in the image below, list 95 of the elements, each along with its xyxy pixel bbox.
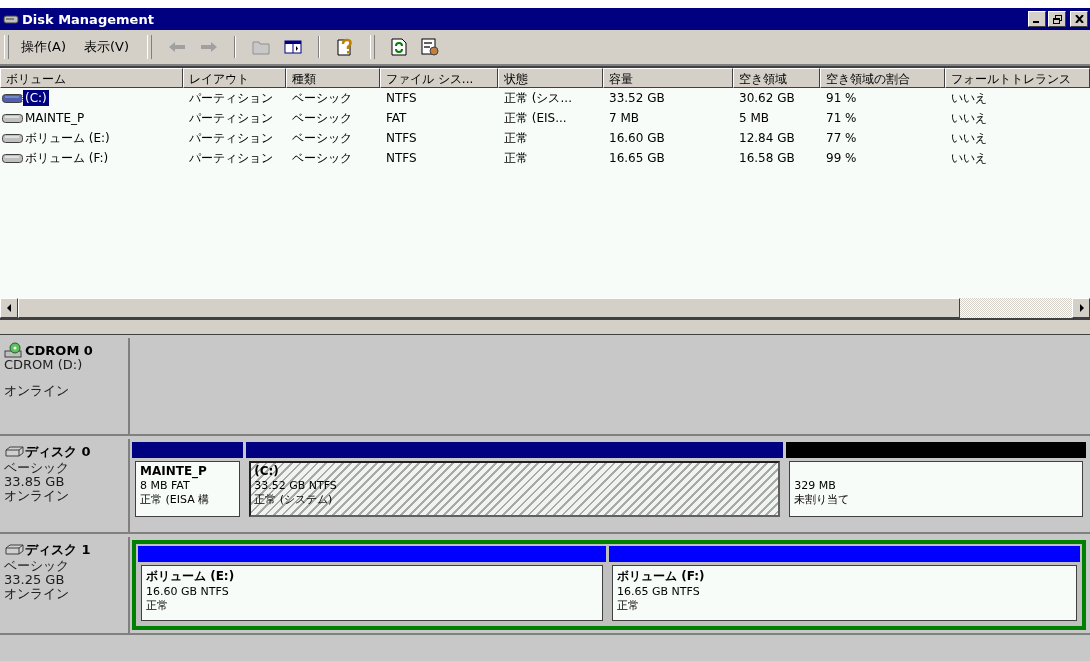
table-cell-text: ベーシック — [291, 149, 353, 167]
minimize-button[interactable] — [1028, 11, 1046, 27]
volume-name[interactable]: ボリューム (F:) — [23, 148, 111, 168]
partition-info: 未割り当て — [794, 493, 851, 507]
splitter-bar[interactable] — [0, 320, 1090, 335]
table-cell-text: FAT — [385, 111, 408, 125]
disk-info: オンライン — [4, 384, 70, 398]
table-cell-text: いいえ — [950, 109, 988, 127]
scroll-right-button[interactable] — [1072, 298, 1090, 318]
disk-info: CDROM (D:) — [4, 358, 84, 372]
partition-info: 33.52 GB NTFS — [254, 479, 338, 493]
close-button[interactable] — [1070, 11, 1088, 27]
menu-item[interactable]: 操作(A) — [15, 36, 73, 58]
table-cell-text: 30.62 GB — [738, 91, 796, 105]
partition-info: 16.65 GB NTFS — [617, 585, 701, 599]
partition-info: 正常 — [617, 599, 640, 613]
table-cell-text: NTFS — [385, 91, 418, 105]
table-cell-text: いいえ — [950, 89, 988, 107]
horizontal-scrollbar[interactable] — [0, 298, 1090, 320]
table-cell-text: 正常 — [503, 149, 529, 167]
restore-button[interactable] — [1048, 11, 1066, 27]
close-icon — [1074, 15, 1084, 23]
partition-name: ボリューム (E:) — [146, 568, 236, 585]
window-title: Disk Management — [22, 11, 154, 27]
table-cell-text: 99 % — [825, 151, 858, 165]
table-cell-text: いいえ — [950, 149, 988, 167]
volume-name[interactable]: ボリューム (E:) — [23, 128, 112, 148]
table-cell-text: 正常 — [503, 129, 529, 147]
cd-drive-icon — [4, 342, 24, 358]
table-cell-text: 16.65 GB — [608, 151, 666, 165]
scroll-left-button[interactable] — [0, 298, 18, 318]
table-cell-text: 33.52 GB — [608, 91, 666, 105]
disk-name[interactable]: ディスク 1 — [25, 541, 91, 559]
left-triangle-icon — [6, 304, 12, 312]
table-cell-text: 7 MB — [608, 111, 641, 125]
column-header[interactable]: 空き領域の割合 — [820, 68, 945, 88]
column-header[interactable]: 状態 — [498, 68, 603, 88]
table-cell-text: ベーシック — [291, 89, 353, 107]
column-header[interactable]: ファイル シス... — [380, 68, 498, 88]
help-icon[interactable] — [336, 38, 355, 56]
table-cell-text: パーティション — [188, 129, 274, 147]
right-triangle-icon — [1078, 304, 1084, 312]
volume-name[interactable]: MAINTE_P — [23, 110, 87, 126]
column-header[interactable]: 空き領域 — [733, 68, 820, 88]
table-cell-text: 77 % — [825, 131, 858, 145]
column-header[interactable]: レイアウト — [183, 68, 286, 88]
partition-block[interactable]: 329 MB 未割り当て — [789, 461, 1083, 517]
partition-block[interactable]: ボリューム (E:) 16.60 GB NTFS 正常 — [141, 565, 603, 621]
menu-item[interactable]: 表示(V) — [78, 36, 136, 58]
table-cell-text: パーティション — [188, 149, 274, 167]
partition-name: MAINTE_P — [140, 464, 208, 479]
table-cell-text: 16.58 GB — [738, 151, 796, 165]
partition-name: ボリューム (F:) — [617, 568, 706, 585]
table-cell-text: 5 MB — [738, 111, 771, 125]
scroll-thumb[interactable] — [18, 298, 960, 318]
table-cell-text: ベーシック — [291, 129, 353, 147]
partition-name: (C:) — [254, 464, 280, 479]
table-cell-text: いいえ — [950, 129, 988, 147]
table-cell-text: 16.60 GB — [608, 131, 666, 145]
table-cell-text: ベーシック — [291, 109, 353, 127]
disk-info: オンライン — [4, 489, 70, 503]
table-cell-text: パーティション — [188, 109, 274, 127]
partition-info: 正常 (システム) — [254, 493, 334, 507]
volume-name[interactable]: (C:) — [23, 90, 49, 106]
column-header[interactable]: ボリューム — [0, 68, 183, 88]
disk-info: 33.85 GB — [4, 475, 66, 489]
partition-block[interactable]: (C:) 33.52 GB NTFS 正常 (システム) — [249, 461, 781, 517]
table-cell-text: NTFS — [385, 151, 418, 165]
table-cell-text: 正常 (EIS... — [503, 109, 568, 127]
partition-info: 正常 (EISA 構 — [140, 493, 211, 507]
partition-info: 329 MB — [794, 479, 837, 493]
properties-icon[interactable] — [421, 38, 440, 56]
disk-info: ベーシック — [4, 559, 70, 573]
partition-block[interactable]: ボリューム (F:) 16.65 GB NTFS 正常 — [612, 565, 1077, 621]
disk-name[interactable]: CDROM 0 — [25, 342, 93, 358]
column-header[interactable]: フォールトトレランス — [945, 68, 1090, 88]
pane-icon[interactable] — [284, 39, 303, 55]
partition-block[interactable]: MAINTE_P 8 MB FAT 正常 (EISA 構 — [135, 461, 241, 517]
column-header[interactable]: 種類 — [286, 68, 380, 88]
table-cell-text: 71 % — [825, 111, 858, 125]
table-cell-text: 正常 (シス... — [503, 89, 573, 107]
table-cell-text: NTFS — [385, 131, 418, 145]
table-cell-text: 91 % — [825, 91, 858, 105]
table-cell-text: パーティション — [188, 89, 274, 107]
column-header[interactable]: 容量 — [603, 68, 733, 88]
disk-info: オンライン — [4, 587, 70, 601]
partition-info: 16.60 GB NTFS — [146, 585, 230, 599]
restore-icon — [1052, 14, 1062, 24]
disk-info: 33.25 GB — [4, 573, 66, 587]
refresh-icon[interactable] — [391, 38, 408, 56]
disk-info: ベーシック — [4, 461, 70, 475]
partition-info: 8 MB FAT — [140, 479, 191, 493]
partition-info: 正常 — [146, 599, 169, 613]
table-cell-text: 12.84 GB — [738, 131, 796, 145]
disk-name[interactable]: ディスク 0 — [25, 443, 91, 461]
